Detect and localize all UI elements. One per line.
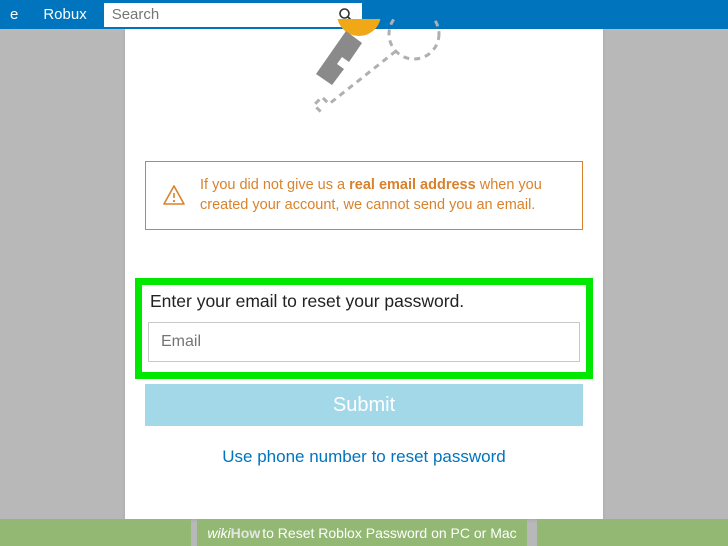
warning-icon — [162, 184, 186, 208]
wh-stripe — [537, 519, 728, 546]
wikihow-logo: wikiHow — [207, 525, 260, 541]
key-icon — [274, 19, 454, 134]
nav-item-partial[interactable]: e — [0, 6, 28, 23]
warning-box: If you did not give us a real email addr… — [145, 161, 583, 230]
use-phone-link[interactable]: Use phone number to reset password — [125, 447, 603, 467]
wikihow-title: wikiHow to Reset Roblox Password on PC o… — [197, 519, 526, 546]
submit-button[interactable]: Submit — [145, 384, 583, 426]
email-field[interactable] — [148, 322, 580, 362]
prompt-label: Enter your email to reset your password. — [150, 291, 580, 312]
reset-password-card: If you did not give us a real email addr… — [125, 29, 603, 519]
highlighted-form-section: Enter your email to reset your password. — [135, 278, 593, 379]
warning-text: If you did not give us a real email addr… — [200, 177, 542, 213]
nav-item-robux[interactable]: Robux — [33, 6, 96, 23]
wikihow-attribution-bar: wikiHow to Reset Roblox Password on PC o… — [0, 519, 728, 546]
wh-stripe — [0, 519, 191, 546]
wikihow-article-title: to Reset Roblox Password on PC or Mac — [262, 525, 516, 541]
